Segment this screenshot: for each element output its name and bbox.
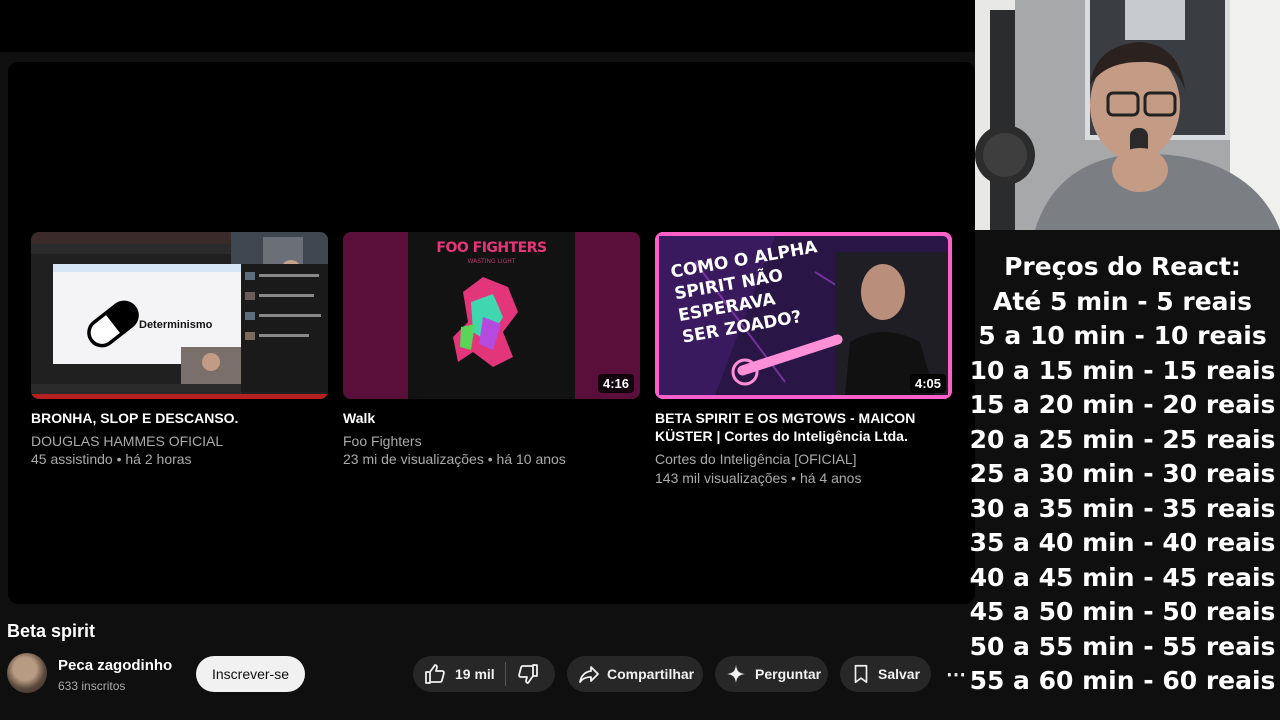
price-item: 25 a 30 min - 30 reais <box>969 459 1276 488</box>
channel-name[interactable]: Peca zagodinho <box>58 657 172 674</box>
price-item: 55 a 60 min - 60 reais <box>969 666 1276 695</box>
ask-label: Perguntar <box>755 666 822 682</box>
like-divider <box>504 662 506 686</box>
price-item: 45 a 50 min - 50 reais <box>969 597 1276 626</box>
like-button[interactable]: 19 mil <box>413 662 495 686</box>
price-item: 15 a 20 min - 20 reais <box>969 390 1276 419</box>
price-item: Até 5 min - 5 reais <box>993 286 1252 316</box>
thumbnail-2[interactable]: FOO FIGHTERS WASTING LIGHT 4:16 <box>343 232 640 399</box>
top-bar <box>0 0 975 52</box>
video-meta-3: 143 mil visualizações • há 4 anos <box>655 470 862 486</box>
price-item: 5 a 10 min - 10 reais <box>978 321 1267 350</box>
video-channel-3[interactable]: Cortes do Inteligência [OFICIAL] <box>655 451 857 467</box>
price-item: 35 a 40 min - 40 reais <box>969 528 1276 557</box>
share-label: Compartilhar <box>607 666 695 682</box>
video-channel-1[interactable]: DOUGLAS HAMMES OFICIAL <box>31 433 223 449</box>
price-item: 10 a 15 min - 15 reais <box>969 355 1276 385</box>
duration-badge-2: 4:16 <box>597 374 634 393</box>
price-item: 20 a 25 min - 25 reais <box>969 424 1276 454</box>
ask-button[interactable]: Perguntar <box>715 656 828 692</box>
save-label: Salvar <box>878 666 921 682</box>
price-list-title: Preços do React: <box>1004 252 1241 281</box>
thumbnail-1-text: Determinismo <box>139 319 213 331</box>
thumbnail-1[interactable]: Determinismo <box>31 232 328 399</box>
price-item: 40 a 45 min - 45 reais <box>969 562 1276 592</box>
webcam-image <box>975 0 1280 230</box>
bookmark-icon <box>854 664 868 684</box>
save-button[interactable]: Salvar <box>840 656 931 692</box>
price-item: 30 a 35 min - 35 reais <box>969 493 1276 523</box>
video-title-3[interactable]: BETA SPIRIT E OS MGTOWS - MAICON KÜSTER … <box>655 409 952 445</box>
dislike-button[interactable] <box>516 662 540 686</box>
video-meta-2: 23 mi de visualizações • há 10 anos <box>343 451 566 467</box>
thumbs-down-icon <box>517 664 538 684</box>
video-player-end-screen[interactable]: Determinismo BRONHA, SLOP E DESCANSO. DO… <box>8 62 975 604</box>
thumbnail-1-art <box>31 232 328 399</box>
share-button[interactable]: Compartilhar <box>567 656 703 692</box>
video-meta-1: 45 assistindo • há 2 horas <box>31 451 192 467</box>
video-title-1[interactable]: BRONHA, SLOP E DESCANSO. <box>31 409 328 427</box>
thumbnail-2-album: WASTING LIGHT <box>467 258 516 265</box>
share-icon <box>579 666 599 683</box>
channel-avatar[interactable] <box>7 653 47 693</box>
like-count: 19 mil <box>455 666 495 682</box>
subscribe-button[interactable]: Inscrever-se <box>196 656 305 692</box>
more-actions-button[interactable]: ⋯ <box>946 662 966 687</box>
thumbnail-3[interactable]: COMO O ALPHA SPIRIT NÃO ESPERAVA SER ZOA… <box>655 232 952 399</box>
webcam-overlay <box>975 0 1280 230</box>
thumbs-up-icon <box>425 664 445 684</box>
subscriber-count: 633 inscritos <box>58 679 126 693</box>
video-channel-2[interactable]: Foo Fighters <box>343 433 422 449</box>
video-title-2[interactable]: Walk <box>343 409 640 427</box>
like-dislike-group: 19 mil <box>413 656 555 692</box>
video-title: Beta spirit <box>7 621 96 641</box>
duration-badge-3: 4:05 <box>909 374 946 393</box>
sparkle-icon <box>726 664 746 684</box>
price-list-overlay: Preços do React: Até 5 min - 5 reais 5 a… <box>965 250 1280 699</box>
thumbnail-2-band: FOO FIGHTERS <box>436 240 547 256</box>
price-item: 50 a 55 min - 55 reais <box>969 631 1276 661</box>
